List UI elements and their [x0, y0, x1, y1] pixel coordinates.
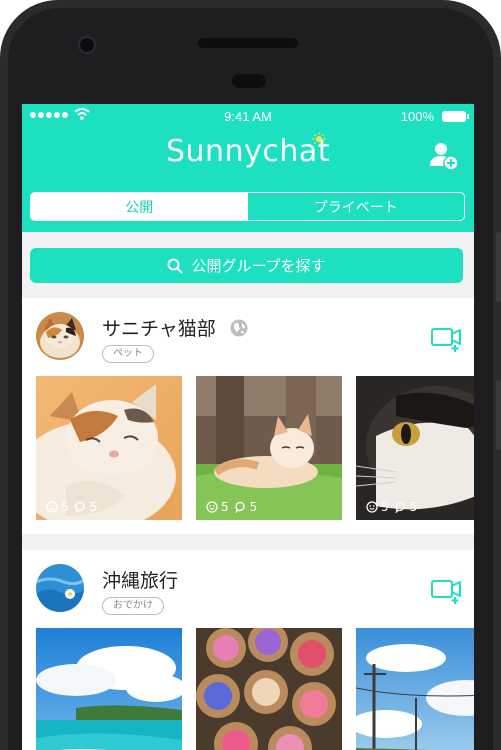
search-public-groups-button[interactable]: 公開グループを探す	[30, 248, 463, 283]
sun-icon	[312, 132, 326, 146]
post-thumbnails: 5 5 5 5 5 5	[36, 376, 474, 520]
reaction-count: 5	[381, 500, 389, 514]
post-stats: 5 5	[46, 500, 97, 514]
comment-icon	[234, 501, 245, 513]
smiley-icon	[206, 501, 218, 513]
category-tag: おでかけ	[102, 597, 164, 615]
volume-up-button	[496, 232, 501, 302]
group-name: サニチャ猫部	[102, 318, 216, 340]
battery-percent: 100%	[400, 109, 434, 124]
group-card[interactable]: サニチャ猫部 ペット 5 5 5 5 5 5	[22, 298, 474, 534]
tab-public[interactable]: 公開	[31, 193, 248, 220]
visibility-segmented-control: 公開 プライベート	[30, 192, 465, 221]
post-thumbnail[interactable]	[356, 628, 474, 750]
app-header: 9:41 AM 100% Sunnychat 公開 プライベート	[22, 104, 474, 232]
reaction-count: 5	[221, 500, 229, 514]
reaction-count: 5	[61, 500, 69, 514]
search-area: 公開グループを探す	[22, 232, 474, 298]
app-screen: 9:41 AM 100% Sunnychat 公開 プライベート 公開グループを…	[22, 104, 474, 750]
front-camera	[78, 36, 96, 54]
comment-count: 5	[249, 500, 258, 514]
group-name: 沖縄旅行	[102, 570, 179, 592]
comment-count: 5	[89, 500, 98, 514]
post-thumbnail[interactable]: 5 5	[196, 376, 342, 520]
tab-private[interactable]: プライベート	[248, 193, 465, 220]
status-bar: 9:41 AM 100%	[22, 104, 474, 130]
post-thumbnail[interactable]: 5 5	[36, 376, 182, 520]
group-avatar	[36, 312, 84, 360]
proximity-sensor	[232, 74, 266, 88]
globe-icon	[230, 319, 248, 337]
post-thumbnail[interactable]	[36, 628, 182, 750]
volume-down-button	[496, 380, 501, 450]
post-stats: 5 5	[366, 500, 417, 514]
search-label: 公開グループを探す	[191, 257, 326, 275]
video-add-icon[interactable]	[431, 325, 463, 353]
post-thumbnail[interactable]: 5 5	[356, 376, 474, 520]
comment-icon	[394, 501, 405, 513]
search-icon	[167, 258, 184, 274]
comment-icon	[74, 501, 85, 513]
post-stats: 5 5	[206, 500, 257, 514]
smiley-icon	[46, 501, 58, 513]
group-card[interactable]: 沖縄旅行 おでかけ	[22, 550, 474, 750]
app-logo: Sunnychat	[166, 134, 330, 169]
smiley-icon	[366, 501, 378, 513]
group-avatar	[36, 564, 84, 612]
add-user-icon[interactable]	[428, 140, 460, 172]
post-thumbnail[interactable]	[196, 628, 342, 750]
category-tag: ペット	[102, 345, 154, 363]
comment-count: 5	[409, 500, 418, 514]
battery-icon	[442, 111, 469, 122]
earpiece-speaker	[198, 38, 298, 48]
phone-frame: 9:41 AM 100% Sunnychat 公開 プライベート 公開グループを…	[0, 0, 501, 750]
video-add-icon[interactable]	[431, 577, 463, 605]
post-thumbnails	[36, 628, 474, 750]
